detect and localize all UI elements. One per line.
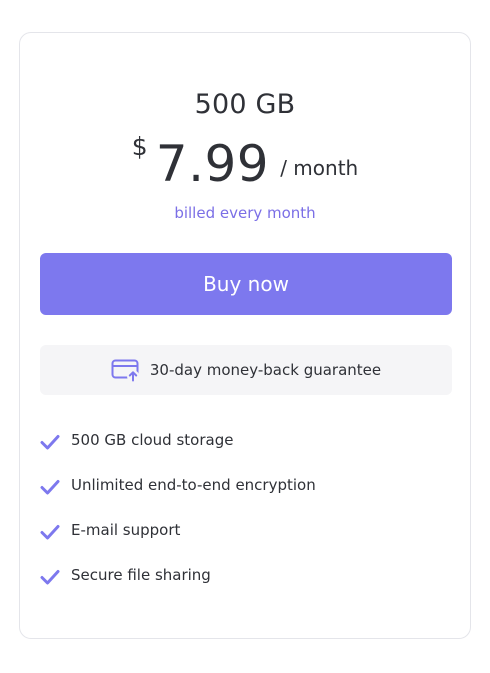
feature-label: Unlimited end-to-end encryption — [71, 476, 316, 494]
check-icon — [40, 433, 60, 451]
price: $ 7.99 / month — [20, 129, 470, 199]
pricing-card: 500 GB $ 7.99 / month billed every month… — [19, 32, 471, 639]
card-refund-icon — [111, 358, 141, 382]
currency-symbol: $ — [131, 132, 148, 161]
price-amount: 7.99 — [155, 135, 270, 193]
feature-item: 500 GB cloud storage — [40, 429, 452, 474]
plan-name: 500 GB — [194, 89, 296, 120]
feature-label: E-mail support — [71, 521, 181, 539]
price-period: / month — [280, 156, 359, 180]
check-icon — [40, 568, 60, 586]
check-icon — [40, 523, 60, 541]
guarantee-text: 30-day money-back guarantee — [149, 361, 382, 379]
feature-item: E-mail support — [40, 519, 452, 564]
price-group: $ 7.99 / month — [132, 129, 358, 199]
feature-item: Unlimited end-to-end encryption — [40, 474, 452, 519]
billing-frequency: billed every month — [174, 204, 316, 222]
money-back-guarantee: 30-day money-back guarantee — [40, 345, 452, 395]
feature-list: 500 GB cloud storage Unlimited end-to-en… — [40, 429, 452, 609]
feature-label: 500 GB cloud storage — [71, 431, 234, 449]
buy-now-button[interactable]: Buy now — [40, 253, 452, 315]
feature-label: Secure file sharing — [71, 566, 211, 584]
feature-item: Secure file sharing — [40, 564, 452, 609]
check-icon — [40, 478, 60, 496]
